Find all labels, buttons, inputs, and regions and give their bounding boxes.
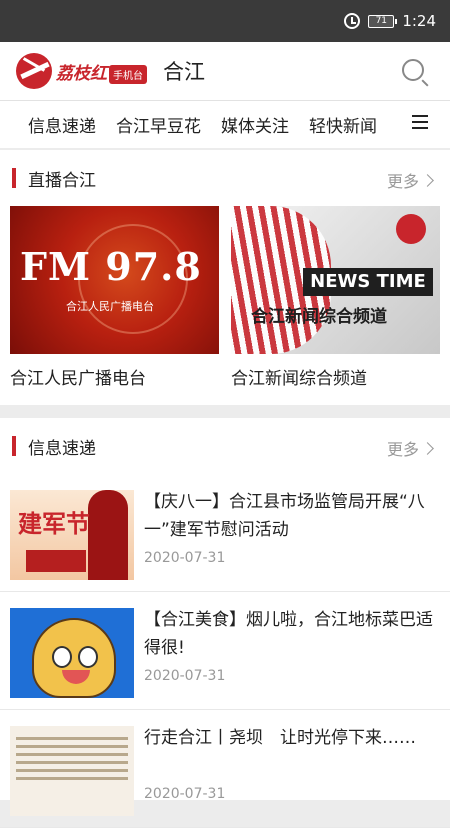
news-section-header: 信息速递 更多: [0, 418, 450, 474]
tv-thumbnail: NEWS TIME 合江新闻综合频道: [231, 206, 440, 354]
live-section-header: 直播合江 更多: [0, 150, 450, 206]
text-line: [16, 737, 128, 740]
text-line: [16, 745, 128, 748]
text-line: [16, 777, 128, 780]
app-badge: 手机台: [109, 64, 147, 84]
battery-icon: 71: [368, 14, 398, 28]
cartoon-face: [32, 618, 116, 698]
live-item-tv[interactable]: NEWS TIME 合江新闻综合频道 合江新闻综合频道: [231, 206, 440, 389]
section-marker: [12, 436, 16, 456]
thumb-banner: NEWS TIME: [303, 268, 433, 296]
news-date: 2020-07-31: [144, 550, 226, 566]
live-item-radio[interactable]: FM 97.8 合江人民广播电台 合江人民广播电台: [10, 206, 219, 389]
section-marker: [12, 168, 16, 188]
news-section-title: 信息速递: [28, 438, 96, 459]
text-line: [16, 753, 128, 756]
more-label: 更多: [386, 440, 419, 459]
news-more-link[interactable]: 更多: [386, 436, 434, 460]
menu-icon[interactable]: [412, 115, 428, 129]
logo-icon: [396, 214, 426, 244]
search-icon[interactable]: [402, 59, 424, 81]
thumb-subtitle: 合江新闻综合频道: [251, 307, 387, 327]
tab-light-news[interactable]: 轻快新闻: [309, 112, 377, 137]
chevron-right-icon: [421, 441, 434, 455]
news-thumbnail: 建军节: [10, 490, 134, 580]
news-title: 【合江美食】烟儿啦，合江地标菜巴适得很!: [144, 610, 433, 658]
list-item[interactable]: 建军节 【庆八一】合江县市场监管局开展“八一”建军节慰问活动 2020-07-3…: [0, 474, 450, 592]
tab-media[interactable]: 媒体关注: [221, 112, 289, 137]
tab-morning[interactable]: 合江早豆花: [116, 112, 201, 137]
eye-shape: [78, 646, 98, 668]
category-nav: 信息速递 合江早豆花 媒体关注 轻快新闻: [0, 100, 450, 148]
thumb-frequency: FM 97.8: [20, 244, 202, 289]
list-item[interactable]: 行走合江丨尧坝 让时光停下来…… 2020-07-31: [0, 710, 450, 828]
radio-thumbnail: FM 97.8 合江人民广播电台: [10, 206, 219, 354]
logo-icon: [16, 53, 52, 89]
live-item-caption: 合江人民广播电台: [10, 369, 146, 389]
chevron-right-icon: [421, 173, 434, 187]
eye-shape: [52, 646, 72, 668]
brand-name: 荔枝红: [56, 63, 107, 84]
news-title: 行走合江丨尧坝 让时光停下来……: [144, 728, 416, 748]
app-header: 荔枝红 手机台 合江: [0, 42, 450, 100]
news-thumbnail: [10, 726, 134, 816]
alarm-icon: [344, 13, 361, 29]
list-item[interactable]: 【合江美食】烟儿啦，合江地标菜巴适得很! 2020-07-31: [0, 592, 450, 710]
text-line: [16, 761, 128, 764]
thumb-text: 建军节: [18, 510, 90, 538]
more-label: 更多: [386, 172, 419, 191]
soldier-silhouette: [88, 490, 128, 580]
tab-info[interactable]: 信息速递: [28, 112, 96, 137]
live-section: 直播合江 更多 FM 97.8 合江人民广播电台 合江人民广播电台 NEWS T…: [0, 150, 450, 405]
mouth-shape: [62, 670, 90, 684]
live-section-title: 直播合江: [28, 170, 96, 191]
news-date: 2020-07-31: [144, 668, 226, 684]
news-thumbnail: [10, 608, 134, 698]
gate-shape: [26, 550, 86, 572]
news-section: 信息速递 更多 建军节 【庆八一】合江县市场监管局开展“八一”建军节慰问活动 2…: [0, 418, 450, 828]
news-title: 【庆八一】合江县市场监管局开展“八一”建军节慰问活动: [144, 492, 425, 540]
live-item-caption: 合江新闻综合频道: [231, 369, 367, 389]
thumb-subtitle: 合江人民广播电台: [66, 300, 154, 313]
live-more-link[interactable]: 更多: [386, 168, 434, 192]
text-line: [16, 769, 128, 772]
status-bar: 71 1:24: [0, 0, 450, 42]
clock: 1:24: [402, 12, 436, 30]
city-title: 合江: [163, 60, 205, 84]
